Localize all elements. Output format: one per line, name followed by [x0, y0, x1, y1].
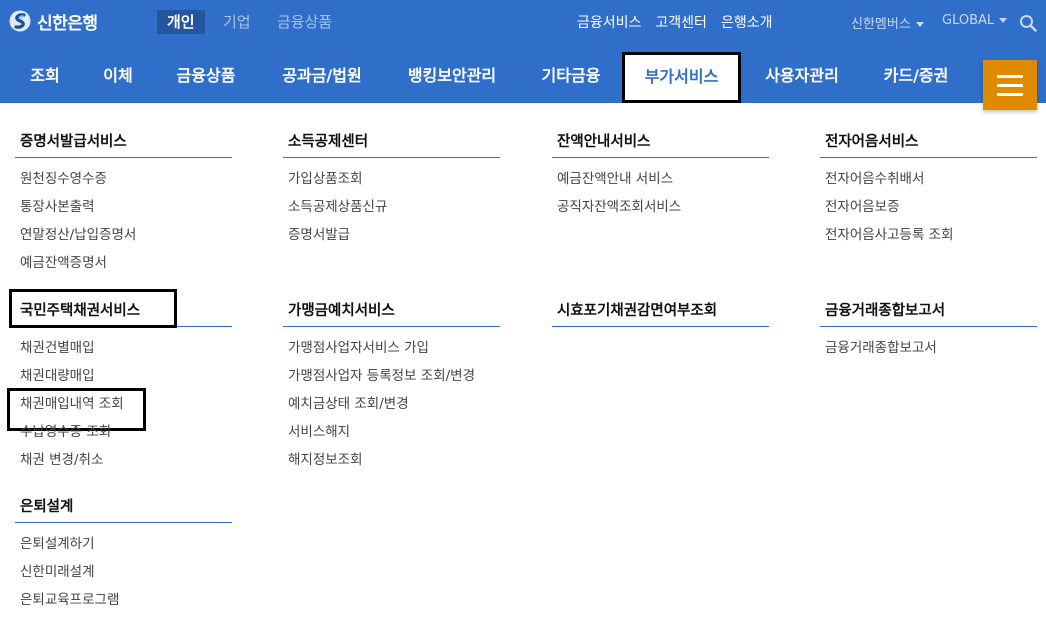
menu-link[interactable]: 채권 변경/취소	[15, 450, 232, 478]
membership-dropdown[interactable]: 신한멤버스	[851, 13, 924, 32]
main-navigation: 조회 이체 금융상품 공과금/법원 뱅킹보안관리 기타금융 부가서비스 사용자관…	[0, 52, 1046, 103]
menu-section-housing-bond: 국민주택채권서비스 채권건별매입 채권대량매입 채권매입내역 조회 수납영수증 …	[7, 289, 232, 478]
menu-section-financial-report: 금융거래종합보고서 금융거래종합보고서	[820, 300, 1037, 366]
brand-logo[interactable]: 신한은행	[9, 8, 98, 34]
menu-link[interactable]: 공직자잔액조회서비스	[552, 197, 769, 225]
section-title[interactable]: 시효포기채권감면여부조회	[552, 300, 769, 327]
site-header: 신한은행 개인 기업 금융상품 금융서비스 고객센터 은행소개 신한멤버스 GLOB…	[0, 0, 1046, 103]
menu-link[interactable]: 예금잔액안내 서비스	[552, 169, 769, 197]
nav-banking-security[interactable]: 뱅킹보안관리	[398, 52, 506, 103]
menu-link[interactable]: 서비스해지	[283, 422, 500, 450]
nav-utility-court[interactable]: 공과금/법원	[270, 52, 374, 103]
brand-name: 신한은행	[37, 13, 98, 34]
chevron-down-icon	[915, 22, 924, 27]
global-label: GLOBAL	[942, 13, 995, 28]
nav-financial-products[interactable]: 금융상품	[164, 52, 248, 103]
menu-link[interactable]: 통장사본출력	[15, 197, 232, 225]
menu-link[interactable]: 가맹점사업자서비스 가입	[283, 338, 500, 366]
menu-link[interactable]: 전자어음수취배서	[820, 169, 1037, 197]
menu-link[interactable]: 신한미래설계	[15, 562, 232, 590]
top-links: 금융서비스 고객센터 은행소개	[577, 12, 786, 32]
menu-link[interactable]: 소득공제상품신규	[283, 197, 500, 225]
menu-link[interactable]: 전자어음사고등록 조회	[820, 225, 1037, 253]
top-bar: 신한은행 개인 기업 금융상품 금융서비스 고객센터 은행소개 신한멤버스 GLOB…	[0, 0, 1046, 44]
segment-products[interactable]: 금융상품	[277, 10, 332, 34]
menu-link[interactable]: 전자어음보증	[820, 197, 1037, 225]
menu-link[interactable]: 예금잔액증명서	[15, 253, 232, 281]
section-title: 잔액안내서비스	[552, 131, 769, 158]
menu-link[interactable]: 수납영수증 조회	[15, 422, 232, 450]
menu-link[interactable]: 해지정보조회	[283, 450, 500, 478]
top-link-about-bank[interactable]: 은행소개	[721, 15, 773, 31]
nav-additional-services[interactable]: 부가서비스	[622, 52, 741, 103]
top-link-customer-center[interactable]: 고객센터	[655, 15, 707, 31]
menu-section-franchise-deposit: 가맹금예치서비스 가맹점사업자서비스 가입 가맹점사업자 등록정보 조회/변경 …	[283, 300, 500, 478]
membership-label: 신한멤버스	[851, 17, 911, 32]
menu-section-retirement: 은퇴설계 은퇴설계하기 신한미래설계 은퇴교육프로그램	[15, 496, 232, 618]
menu-link[interactable]: 가입상품조회	[283, 169, 500, 197]
section-title: 전자어음서비스	[820, 131, 1037, 158]
nav-card-securities[interactable]: 카드/증권	[872, 52, 960, 103]
section-title: 가맹금예치서비스	[283, 300, 500, 327]
search-icon[interactable]	[1019, 14, 1037, 32]
segment-business[interactable]: 기업	[223, 10, 251, 34]
menu-link[interactable]: 예치금상태 조회/변경	[283, 394, 500, 422]
section-title: 금융거래종합보고서	[820, 300, 1037, 327]
segment-personal[interactable]: 개인	[157, 10, 205, 34]
shinhan-logo-icon	[9, 10, 31, 32]
menu-link[interactable]: 채권건별매입	[15, 338, 232, 366]
menu-section-prescription-waiver: 시효포기채권감면여부조회	[552, 300, 769, 327]
section-title: 증명서발급서비스	[15, 131, 232, 158]
chevron-down-icon	[999, 18, 1008, 23]
menu-link[interactable]: 연말정산/납입증명서	[15, 225, 232, 253]
section-title: 소득공제센터	[283, 131, 500, 158]
menu-link[interactable]: 은퇴교육프로그램	[15, 590, 232, 618]
menu-section-electronic-bill: 전자어음서비스 전자어음수취배서 전자어음보증 전자어음사고등록 조회	[820, 131, 1037, 253]
section-title: 국민주택채권서비스	[9, 289, 232, 328]
menu-section-balance-alert: 잔액안내서비스 예금잔액안내 서비스 공직자잔액조회서비스	[552, 131, 769, 225]
nav-user-management[interactable]: 사용자관리	[755, 52, 849, 103]
nav-inquiry[interactable]: 조회	[18, 52, 72, 103]
menu-section-income-deduction: 소득공제센터 가입상품조회 소득공제상품신규 증명서발급	[283, 131, 500, 253]
menu-link[interactable]: 은퇴설계하기	[15, 534, 232, 562]
menu-link[interactable]: 증명서발급	[283, 225, 500, 253]
menu-button[interactable]	[983, 60, 1037, 110]
section-title: 은퇴설계	[15, 496, 232, 523]
nav-other-finance[interactable]: 기타금융	[530, 52, 612, 103]
menu-section-certificates: 증명서발급서비스 원천징수영수증 통장사본출력 연말정산/납입증명서 예금잔액증…	[15, 131, 232, 281]
menu-link[interactable]: 가맹점사업자 등록정보 조회/변경	[283, 366, 500, 394]
nav-transfer[interactable]: 이체	[91, 52, 145, 103]
top-link-financial-services[interactable]: 금융서비스	[577, 15, 641, 31]
global-dropdown[interactable]: GLOBAL	[942, 13, 1008, 28]
menu-link-bond-purchase-history[interactable]: 채권매입내역 조회	[7, 388, 232, 431]
menu-link[interactable]: 금융거래종합보고서	[820, 338, 1037, 366]
menu-link[interactable]: 원천징수영수증	[15, 169, 232, 197]
